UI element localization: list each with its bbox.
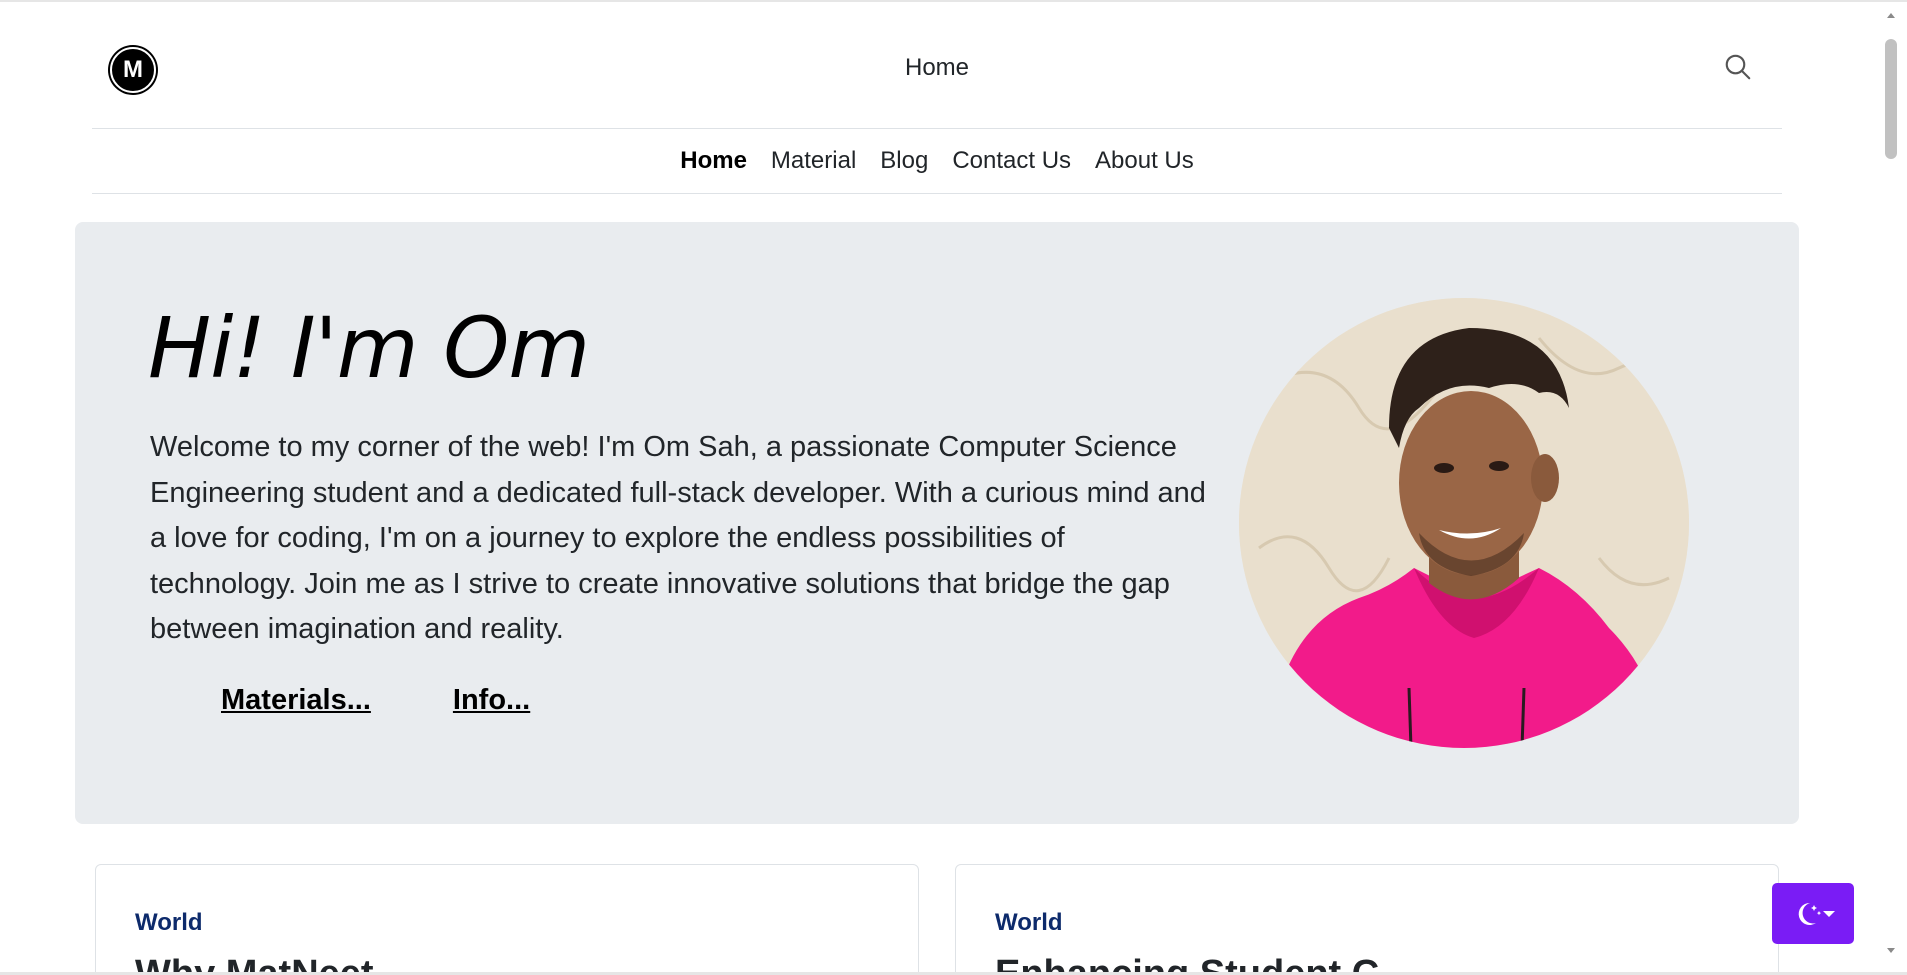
nav-item-home[interactable]: Home [668,147,759,175]
card-category[interactable]: World [995,909,1063,937]
nav-item-about-us[interactable]: About Us [1083,147,1206,175]
profile-photo [1239,298,1689,748]
scrollbar-thumb[interactable] [1885,39,1897,159]
info-link[interactable]: Info... [453,684,530,717]
hero-section: Hi! I'm Om Welcome to my corner of the w… [75,222,1799,824]
nav-item-material[interactable]: Material [759,147,868,175]
hero-description: Welcome to my corner of the web! I'm Om … [150,431,1206,645]
header-title: Home [92,54,1782,82]
scroll-down-icon[interactable] [1885,946,1897,956]
search-button[interactable] [1723,52,1753,82]
header-home-link[interactable]: Home [905,54,969,81]
theme-toggle-button[interactable] [1772,883,1854,944]
caret-down-icon [1823,911,1835,917]
nav-item-blog[interactable]: Blog [868,147,940,175]
site-header: M Home [92,2,1782,129]
search-icon [1725,54,1751,80]
nav-item-contact-us[interactable]: Contact Us [940,147,1083,175]
materials-link[interactable]: Materials... [221,684,371,717]
post-card[interactable]: World Enhancing Student C... [955,864,1779,975]
page: M Home Home Material Blog Contact Us Abo… [0,0,1907,975]
hero-links: Materials... Info... [221,684,530,717]
post-card[interactable]: World Why MatNeet... [95,864,919,975]
card-category[interactable]: World [135,909,203,937]
profile-photo-illustration [1239,298,1689,748]
main-nav: Home Material Blog Contact Us About Us [92,128,1782,194]
scroll-up-icon[interactable] [1885,10,1897,20]
moon-stars-icon [1798,902,1822,925]
hero-title: Hi! I'm Om [148,299,590,397]
